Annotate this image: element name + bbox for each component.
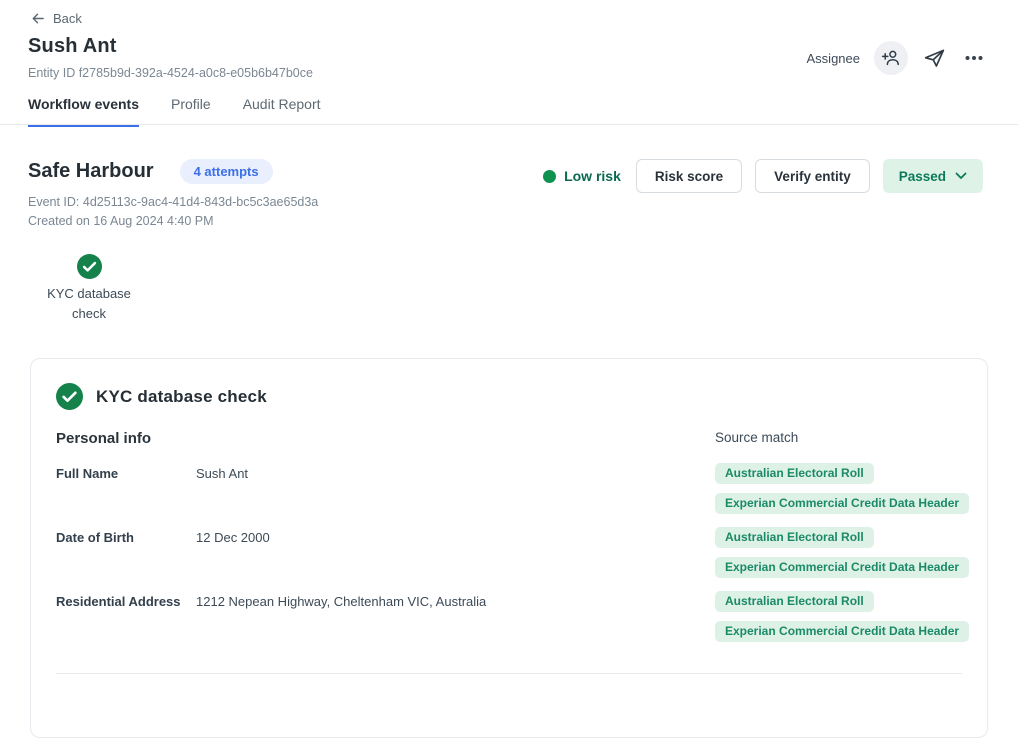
event-header: Safe Harbour 4 attempts Event ID: 4d2511… xyxy=(28,159,318,231)
event-created: Created on 16 Aug 2024 4:40 PM xyxy=(28,212,318,231)
risk-dot-icon xyxy=(543,170,556,183)
more-options-button[interactable] xyxy=(960,44,988,72)
source-match-badge: Experian Commercial Credit Data Header xyxy=(715,557,969,578)
paper-plane-icon xyxy=(923,47,946,70)
tab-workflow-events[interactable]: Workflow events xyxy=(28,96,139,127)
risk-score-button[interactable]: Risk score xyxy=(636,159,742,193)
back-label: Back xyxy=(53,11,82,26)
section-title-personal-info: Personal info xyxy=(56,430,715,447)
arrow-left-icon xyxy=(30,11,45,26)
verify-entity-button[interactable]: Verify entity xyxy=(755,159,870,193)
check-circle-icon xyxy=(56,383,83,410)
info-value: Sush Ant xyxy=(196,463,715,484)
tabs-divider xyxy=(0,124,1018,125)
source-match-badge: Experian Commercial Credit Data Header xyxy=(715,621,969,642)
info-label: Residential Address xyxy=(56,591,196,612)
tab-profile[interactable]: Profile xyxy=(171,96,211,127)
tab-bar: Workflow events Profile Audit Report xyxy=(28,96,321,127)
send-button[interactable] xyxy=(920,44,948,72)
ellipsis-icon xyxy=(963,47,985,69)
source-match-badge: Australian Electoral Roll xyxy=(715,463,874,484)
risk-label: Low risk xyxy=(564,168,621,184)
assign-user-button[interactable] xyxy=(874,41,908,75)
tab-audit-report[interactable]: Audit Report xyxy=(243,96,321,127)
source-match-badge: Experian Commercial Credit Data Header xyxy=(715,493,969,514)
status-label: Passed xyxy=(899,169,946,184)
entity-id: Entity ID f2785b9d-392a-4524-a0c8-e05b6b… xyxy=(28,66,313,80)
back-button[interactable]: Back xyxy=(30,11,82,26)
event-title: Safe Harbour xyxy=(28,160,154,183)
risk-indicator: Low risk xyxy=(543,168,621,184)
attempts-badge[interactable]: 4 attempts xyxy=(180,159,273,184)
header-actions: Assignee xyxy=(807,41,988,75)
info-label: Full Name xyxy=(56,463,196,484)
status-dropdown-button[interactable]: Passed xyxy=(883,159,983,193)
event-controls: Low risk Risk score Verify entity Passed xyxy=(543,159,983,193)
chevron-down-icon xyxy=(955,172,967,180)
event-id: Event ID: 4d25113c-9ac4-41d4-843d-bc5c3a… xyxy=(28,193,318,212)
source-match-badge: Australian Electoral Roll xyxy=(715,527,874,548)
info-label: Date of Birth xyxy=(56,527,196,548)
info-row-date-of-birth: Date of Birth 12 Dec 2000 Australian Ele… xyxy=(56,527,962,578)
card-divider xyxy=(56,673,962,674)
stepper-step-kyc[interactable]: KYC database check xyxy=(44,254,134,324)
info-row-full-name: Full Name Sush Ant Australian Electoral … xyxy=(56,463,962,514)
page-title: Sush Ant xyxy=(28,35,117,58)
source-match-header: Source match xyxy=(715,430,962,445)
source-match-badge: Australian Electoral Roll xyxy=(715,591,874,612)
assignee-label: Assignee xyxy=(807,51,860,66)
info-row-residential-address: Residential Address 1212 Nepean Highway,… xyxy=(56,591,962,642)
person-add-icon xyxy=(881,48,901,68)
check-circle-icon xyxy=(77,254,102,279)
entity-detail-page: { "header": { "back_label": "Back", "tit… xyxy=(0,0,1018,685)
kyc-check-card: KYC database check Personal info Source … xyxy=(30,358,988,738)
info-value: 1212 Nepean Highway, Cheltenham VIC, Aus… xyxy=(196,591,715,612)
stepper-step-label: KYC database check xyxy=(44,284,134,324)
card-title: KYC database check xyxy=(96,387,267,407)
info-value: 12 Dec 2000 xyxy=(196,527,715,548)
